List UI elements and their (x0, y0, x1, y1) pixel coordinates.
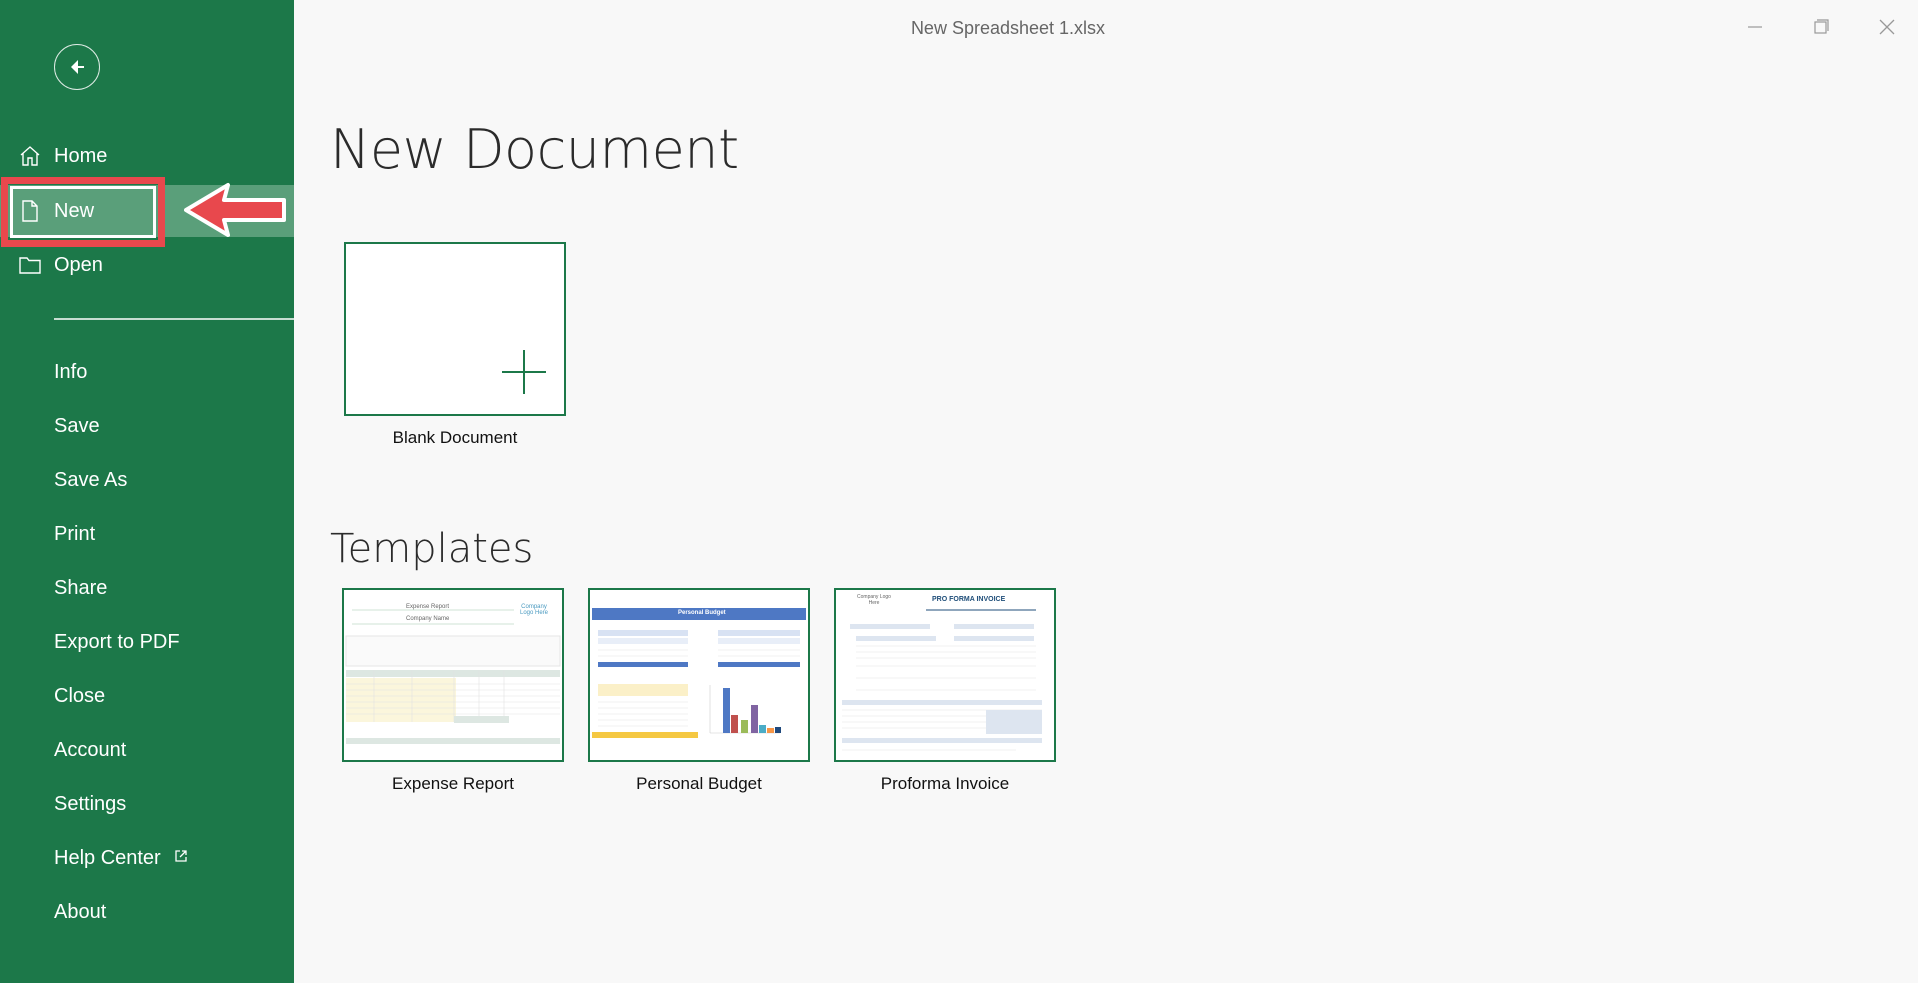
close-window-icon[interactable] (1872, 14, 1902, 40)
preview-logo: Company Logo Here (519, 604, 549, 616)
menu-item-account[interactable]: Account (54, 736, 126, 764)
menu-item-save[interactable]: Save (54, 412, 100, 440)
blank-document-label: Blank Document (392, 428, 518, 447)
menu-item-close[interactable]: Close (54, 682, 105, 710)
backstage-sidebar: Home New Open Info Save Save As Print Sh… (0, 0, 294, 983)
menu-item-export-pdf[interactable]: Export to PDF (54, 628, 180, 656)
menu-item-settings[interactable]: Settings (54, 790, 126, 818)
preview-title: Personal Budget (678, 610, 726, 616)
sidebar-item-label: Home (54, 145, 108, 167)
template-personal-budget[interactable]: Personal Budget (588, 588, 810, 762)
proforma-invoice-preview (842, 609, 1042, 751)
restore-icon[interactable] (1806, 14, 1836, 40)
template-label: Proforma Invoice (880, 774, 1010, 793)
menu-item-help-center[interactable]: Help Center (54, 844, 188, 872)
plus-icon (502, 350, 546, 394)
page-title: New Document (330, 118, 739, 181)
blank-document-card[interactable] (344, 242, 566, 416)
menu-item-label: Help Center (54, 847, 161, 869)
folder-icon (19, 257, 41, 274)
preview-title: Expense Report (406, 604, 450, 610)
annotation-highlight-inner (10, 186, 156, 238)
preview-subtitle: Company Name (406, 616, 450, 622)
template-label: Personal Budget (636, 774, 762, 793)
menu-item-share[interactable]: Share (54, 574, 107, 602)
menu-item-info[interactable]: Info (54, 358, 87, 386)
back-arrow-icon (71, 60, 84, 74)
external-link-icon (175, 850, 187, 862)
menu-item-about[interactable]: About (54, 898, 106, 926)
home-icon (20, 146, 40, 166)
preview-title: PRO FORMA INVOICE (932, 596, 1006, 603)
menu-item-save-as[interactable]: Save As (54, 466, 127, 494)
sidebar-item-home[interactable]: Home (0, 130, 294, 182)
menu-item-print[interactable]: Print (54, 520, 95, 548)
templates-heading: Templates (330, 526, 534, 572)
window-title: New Spreadsheet 1.xlsx (910, 18, 1106, 38)
back-button[interactable] (54, 44, 100, 90)
minimize-icon[interactable] (1740, 14, 1770, 40)
template-expense-report[interactable]: Expense Report Company Name Company Logo… (342, 588, 564, 762)
sidebar-divider (54, 318, 294, 320)
annotation-pointer-arrow (184, 183, 286, 237)
template-label: Expense Report (392, 774, 514, 793)
preview-logo: Company Logo Here (857, 594, 891, 606)
template-proforma-invoice[interactable]: PRO FORMA INVOICE Company Logo Here (834, 588, 1056, 762)
